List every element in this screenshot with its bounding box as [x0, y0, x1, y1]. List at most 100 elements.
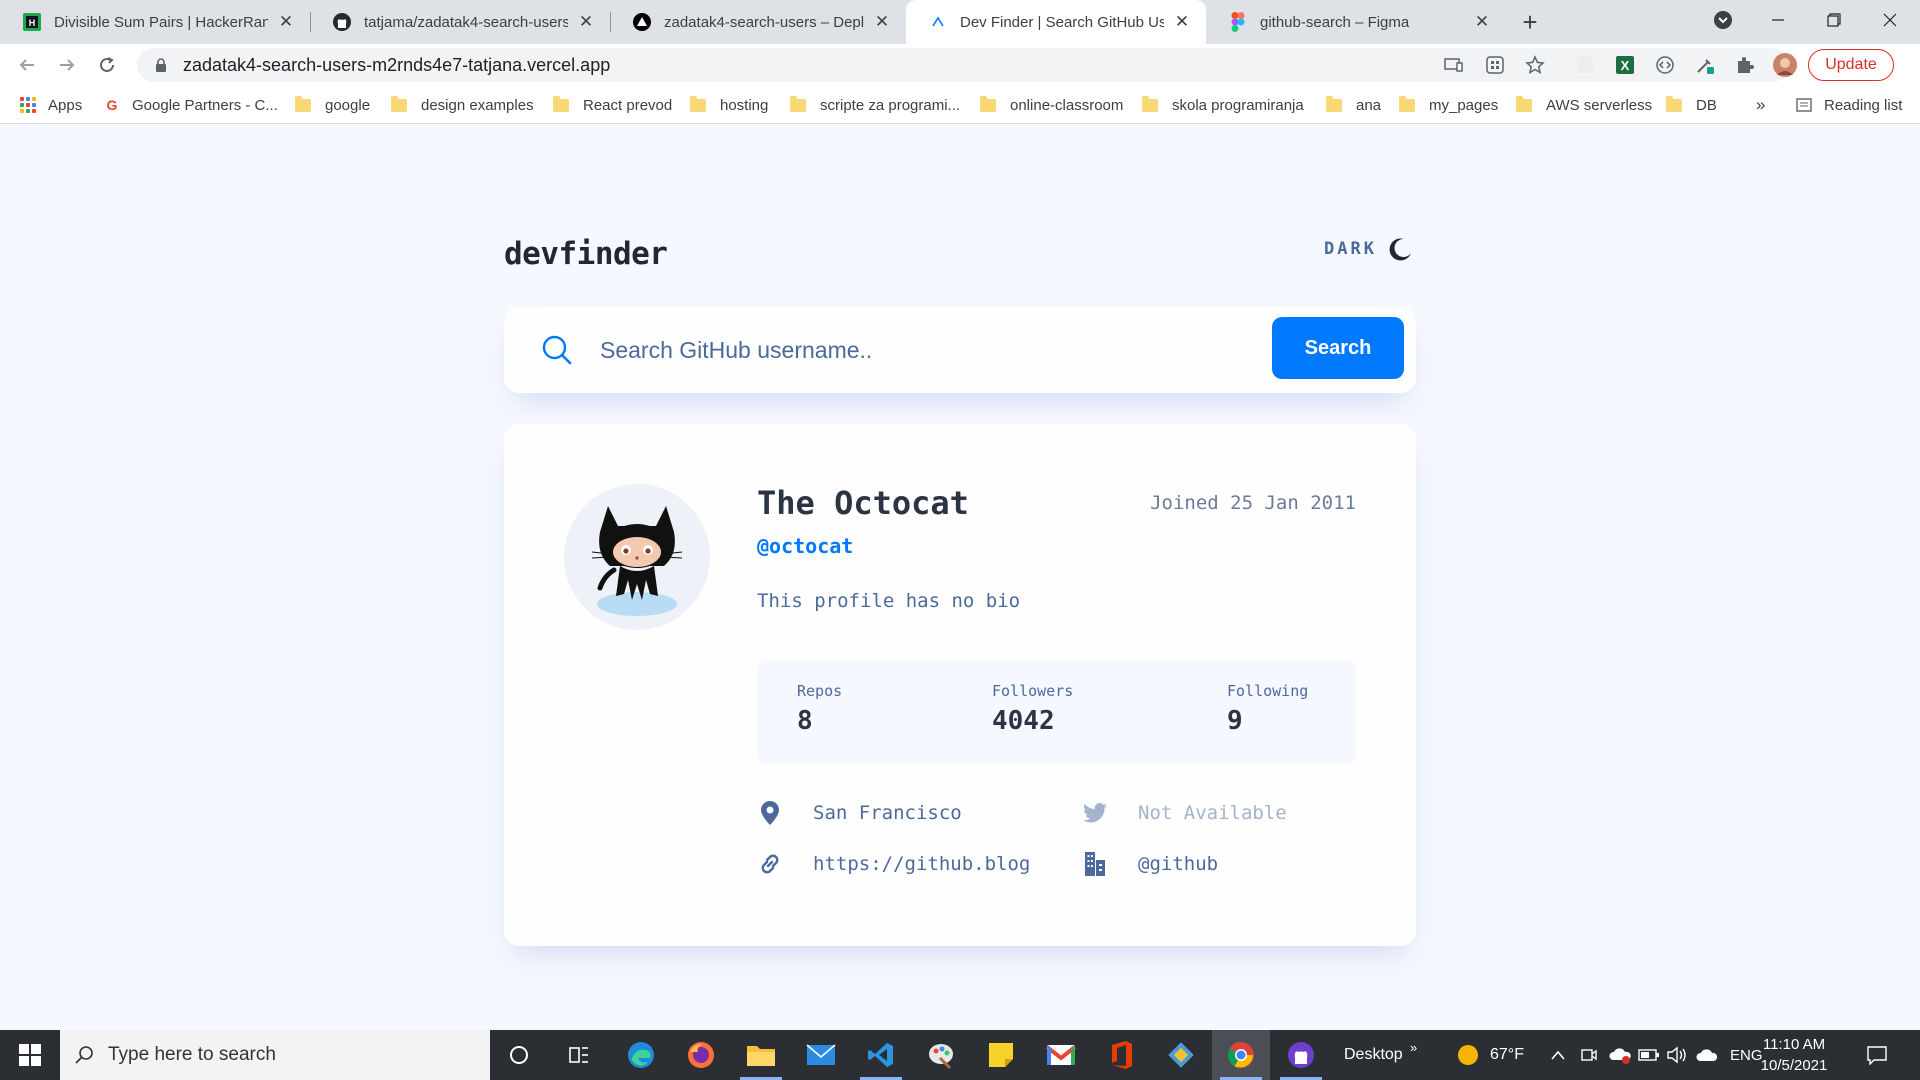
search-button[interactable]: Search	[1272, 317, 1404, 379]
update-button[interactable]: Update	[1808, 49, 1894, 81]
start-button[interactable]	[0, 1030, 60, 1080]
excel-extension-icon[interactable]: X	[1612, 52, 1638, 78]
battery-icon[interactable]	[1638, 1030, 1660, 1080]
vscode-icon	[868, 1043, 893, 1067]
edge-icon	[628, 1042, 654, 1068]
bookmark-react-prevod[interactable]: React prevod	[553, 94, 672, 116]
folder-icon	[980, 95, 996, 112]
app-logo: devfinder	[504, 236, 668, 272]
tab-vercel[interactable]: zadatak4-search-users – Deploym ✕	[610, 0, 906, 44]
extensions-puzzle-icon[interactable]	[1732, 52, 1758, 78]
page-content: devfinder DARK Search GitHub username.. …	[0, 124, 1920, 1030]
avatar	[564, 484, 710, 630]
company-text[interactable]: @github	[1138, 853, 1218, 875]
bookmark-google[interactable]: google	[295, 94, 370, 116]
paint-app[interactable]	[912, 1030, 970, 1080]
firefox-app[interactable]	[672, 1030, 730, 1080]
sticky-note-icon	[989, 1043, 1013, 1067]
task-view-button[interactable]	[550, 1030, 608, 1080]
tab-search-button[interactable]	[1695, 0, 1751, 40]
bookmark-scripte[interactable]: scripte za programi...	[790, 94, 960, 116]
office-app[interactable]	[1092, 1030, 1150, 1080]
back-button[interactable]	[10, 48, 44, 82]
color-picker-extension-icon[interactable]	[1692, 52, 1718, 78]
desktop-chevron[interactable]: »	[1410, 1022, 1417, 1072]
browser-tab-strip: H Divisible Sum Pairs | HackerRank ✕ tat…	[0, 0, 1920, 44]
folder-icon	[1142, 95, 1158, 112]
code-extension-icon[interactable]	[1652, 52, 1678, 78]
system-clock[interactable]: 11:10 AM 10/5/2021	[1744, 1034, 1844, 1076]
onedrive-error-icon[interactable]	[1608, 1030, 1632, 1080]
restore-button[interactable]	[1806, 0, 1862, 40]
github-icon	[1288, 1042, 1314, 1068]
bookmark-apps[interactable]: Apps	[20, 94, 82, 116]
meet-now-icon[interactable]	[1580, 1030, 1598, 1080]
vscode-app[interactable]	[852, 1030, 910, 1080]
search-bar: Search	[504, 307, 1416, 393]
chrome-app[interactable]	[1212, 1030, 1270, 1080]
bookmark-star-icon[interactable]	[1522, 52, 1548, 78]
cortana-button[interactable]	[490, 1030, 548, 1080]
bookmark-google-partners[interactable]: G Google Partners - C...	[104, 94, 278, 116]
location-text: San Francisco	[813, 802, 962, 824]
search-input[interactable]	[600, 329, 1320, 371]
tab-hackerrank[interactable]: H Divisible Sum Pairs | HackerRank ✕	[0, 0, 310, 44]
close-icon[interactable]: ✕	[1472, 12, 1492, 32]
new-tab-button[interactable]: +	[1516, 7, 1544, 37]
close-icon[interactable]: ✕	[872, 12, 892, 32]
bookmark-label: Google Partners - C...	[132, 96, 278, 114]
bookmark-aws-serverless[interactable]: AWS serverless	[1516, 94, 1652, 116]
folder-icon	[1399, 95, 1415, 112]
bookmark-hosting[interactable]: hosting	[690, 94, 768, 116]
github-desktop-app[interactable]	[1272, 1030, 1330, 1080]
cloud-sync-icon[interactable]	[1696, 1030, 1718, 1080]
weather-widget[interactable]: 67°F	[1456, 1030, 1524, 1080]
minimize-button[interactable]	[1750, 0, 1806, 40]
sourcetree-app[interactable]	[1152, 1030, 1210, 1080]
tab-devfinder[interactable]: Dev Finder | Search GitHub Users ✕	[906, 0, 1206, 44]
close-icon[interactable]: ✕	[576, 12, 596, 32]
bookmark-design-examples[interactable]: design examples	[391, 94, 534, 116]
theme-toggle-button[interactable]: DARK	[1324, 236, 1413, 262]
extension-blank-icon[interactable]	[1572, 52, 1598, 78]
taskbar-search-box[interactable]: Type here to search	[60, 1030, 490, 1080]
file-explorer-app[interactable]	[732, 1030, 790, 1080]
bookmark-online-classroom[interactable]: online-classroom	[980, 94, 1123, 116]
avatar[interactable]	[1772, 52, 1798, 78]
close-icon[interactable]: ✕	[276, 12, 296, 32]
svg-text:X: X	[1621, 58, 1630, 73]
bookmark-my-pages[interactable]: my_pages	[1399, 94, 1498, 116]
notifications-button[interactable]	[1866, 1030, 1888, 1080]
forward-button[interactable]	[50, 48, 84, 82]
reload-button[interactable]	[90, 48, 124, 82]
blog-item[interactable]: https://github.blog	[757, 851, 1030, 877]
edge-app[interactable]	[612, 1030, 670, 1080]
arrow-left-icon	[19, 59, 34, 71]
bookmark-ana[interactable]: ana	[1326, 94, 1381, 116]
volume-icon[interactable]	[1666, 1030, 1688, 1080]
tab-title: Divisible Sum Pairs | HackerRank	[54, 13, 268, 31]
sticky-notes-app[interactable]	[972, 1030, 1030, 1080]
paint-palette-icon	[929, 1044, 953, 1070]
mail-app[interactable]	[792, 1030, 850, 1080]
mail-icon	[806, 1044, 836, 1065]
reading-list-button[interactable]: Reading list	[1796, 94, 1902, 116]
search-icon	[75, 1046, 93, 1064]
bookmarks-bar: Apps G Google Partners - C... google des…	[0, 86, 1920, 124]
tray-chevron-up-icon[interactable]	[1550, 1030, 1566, 1080]
clock-date: 10/5/2021	[1760, 1057, 1828, 1074]
bookmark-skola-programiranja[interactable]: skola programiranja	[1142, 94, 1304, 116]
desktop-toolbar-label[interactable]: Desktop	[1344, 1030, 1403, 1080]
tab-figma[interactable]: github-search – Figma ✕	[1206, 0, 1506, 44]
cast-icon[interactable]	[1440, 52, 1466, 78]
close-icon[interactable]: ✕	[1172, 12, 1192, 32]
bookmark-db[interactable]: DB	[1666, 94, 1717, 116]
qr-code-icon[interactable]	[1482, 52, 1508, 78]
tab-github[interactable]: tatjama/zadatak4-search-users at ✕	[310, 0, 610, 44]
gmail-app[interactable]	[1032, 1030, 1090, 1080]
profile-login-link[interactable]: @octocat	[757, 534, 853, 558]
reading-list-icon	[1796, 98, 1812, 112]
more-bookmarks-button[interactable]: »	[1756, 94, 1765, 116]
blog-link-text[interactable]: https://github.blog	[813, 853, 1030, 875]
close-window-button[interactable]	[1862, 0, 1918, 40]
